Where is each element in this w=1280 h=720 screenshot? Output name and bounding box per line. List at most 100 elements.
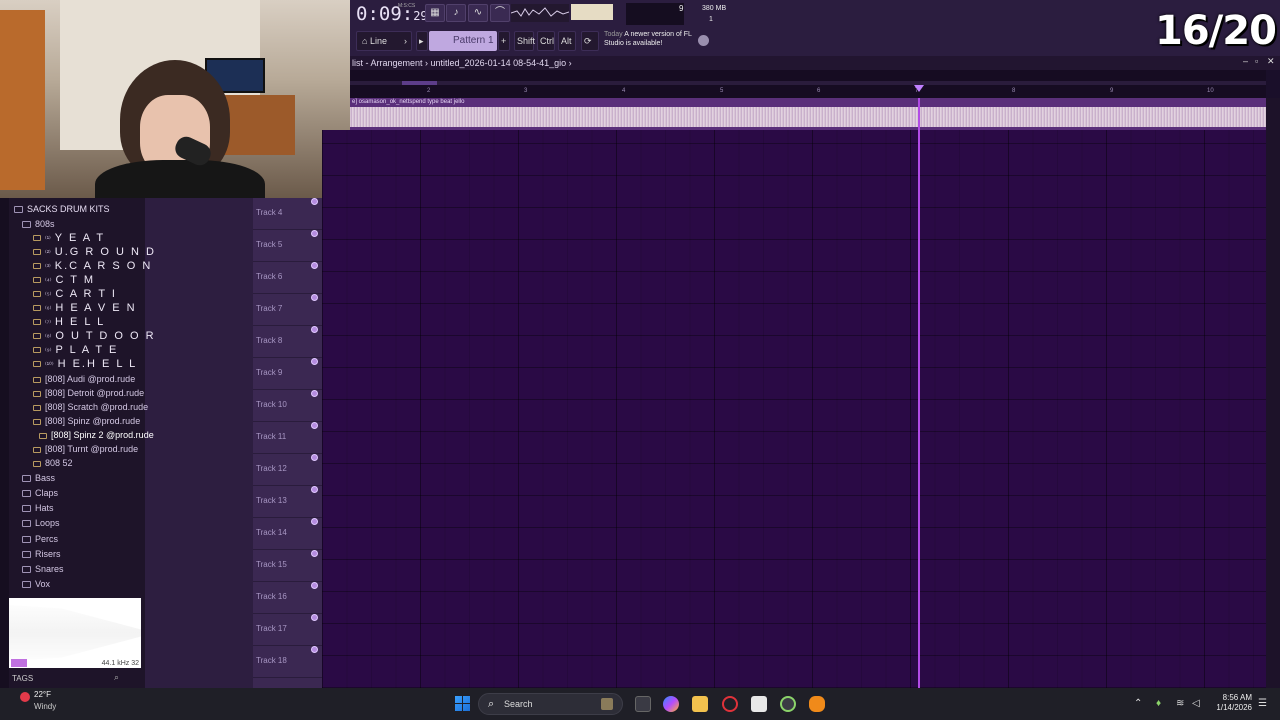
- track-led-icon[interactable]: [311, 422, 318, 429]
- task-view-icon[interactable]: [635, 696, 651, 712]
- track-header[interactable]: Track 5: [253, 230, 322, 262]
- preview-play-icon[interactable]: [11, 659, 27, 667]
- kit-item[interactable]: ⁽³⁾ K.C A R S O N: [33, 260, 152, 272]
- track-led-icon[interactable]: [311, 390, 318, 397]
- track-header[interactable]: Track 9: [253, 358, 322, 390]
- folder-item[interactable]: Snares: [22, 564, 64, 574]
- copilot-icon[interactable]: [663, 696, 679, 712]
- folder-item[interactable]: Risers: [22, 549, 61, 559]
- tray-expand-icon[interactable]: ⌃: [1134, 698, 1142, 709]
- close-icon[interactable]: ✕: [1267, 56, 1275, 67]
- track-led-icon[interactable]: [311, 486, 318, 493]
- folder-item[interactable]: Bass: [22, 473, 55, 483]
- file-item-selected[interactable]: [808] Spinz 2 @prod.rude: [39, 430, 154, 440]
- arrangement-grid[interactable]: [322, 130, 1266, 688]
- kit-item[interactable]: ⁽⁵⁾ C A R T I: [33, 288, 117, 300]
- track-header[interactable]: Track 17: [253, 614, 322, 646]
- maximize-icon[interactable]: ▫: [1255, 56, 1258, 66]
- wifi-icon[interactable]: ≋: [1176, 698, 1184, 709]
- track-header[interactable]: Track 15: [253, 550, 322, 582]
- file-item[interactable]: [808] Turnt @prod.rude: [33, 444, 138, 454]
- track-header[interactable]: Track 7: [253, 294, 322, 326]
- kit-item[interactable]: ⁽¹⁰⁾ H E.H E L L: [33, 358, 137, 370]
- browser-root-folder[interactable]: SACKS DRUM KITS: [14, 204, 110, 214]
- fl-studio-icon[interactable]: [809, 696, 825, 712]
- update-icon[interactable]: ⟳: [581, 31, 599, 51]
- track-header[interactable]: Track 14: [253, 518, 322, 550]
- start-button-icon[interactable]: [455, 696, 470, 711]
- tags-label[interactable]: TAGS: [12, 674, 33, 683]
- folder-item[interactable]: Loops: [22, 518, 60, 528]
- folder-item[interactable]: Claps: [22, 488, 58, 498]
- track-header[interactable]: Track 10: [253, 390, 322, 422]
- kit-item[interactable]: ⁽²⁾ U.G R O U N D: [33, 246, 156, 258]
- system-clock[interactable]: 8:56 AM 1/14/2026: [1210, 693, 1252, 713]
- kit-item[interactable]: ⁽⁶⁾ H E A V E N: [33, 302, 137, 314]
- microphone-icon[interactable]: ♦: [1156, 698, 1161, 709]
- folder-808s[interactable]: 808s: [22, 219, 55, 229]
- shift-button[interactable]: Shift: [514, 31, 535, 51]
- track-header[interactable]: Track 18: [253, 646, 322, 678]
- track-led-icon[interactable]: [311, 454, 318, 461]
- track-header[interactable]: Track 8: [253, 326, 322, 358]
- file-item[interactable]: [808] Scratch @prod.rude: [33, 402, 148, 412]
- file-explorer-icon[interactable]: [692, 696, 708, 712]
- track-led-icon[interactable]: [311, 198, 318, 205]
- folder-item[interactable]: Percs: [22, 534, 58, 544]
- step-seq-icon[interactable]: ♪: [446, 4, 466, 22]
- sample-preview[interactable]: 44.1 kHz 32: [9, 598, 141, 668]
- add-pattern-button[interactable]: +: [498, 31, 510, 51]
- horizontal-scrollbar[interactable]: [350, 81, 1266, 85]
- file-item[interactable]: [808] Detroit @prod.rude: [33, 388, 144, 398]
- track-led-icon[interactable]: [311, 518, 318, 525]
- track-header[interactable]: Track 16: [253, 582, 322, 614]
- track-header[interactable]: Track 12: [253, 454, 322, 486]
- volume-icon[interactable]: ◁: [1192, 698, 1200, 709]
- track-led-icon[interactable]: [311, 614, 318, 621]
- kit-item[interactable]: ⁽⁸⁾ O U T D O O R: [33, 330, 156, 342]
- kit-item[interactable]: ⁽⁴⁾ C T M: [33, 274, 95, 286]
- track-led-icon[interactable]: [311, 294, 318, 301]
- wave-icon[interactable]: ∿: [468, 4, 488, 22]
- audio-clip[interactable]: e] osamason_ok_nettspend type beat jello: [350, 98, 1266, 130]
- piano-roll-icon[interactable]: ▦: [425, 4, 445, 22]
- file-item[interactable]: [808] Audi @prod.rude: [33, 374, 135, 384]
- store-icon[interactable]: [751, 696, 767, 712]
- pattern-prev-button[interactable]: ▸: [416, 31, 428, 51]
- update-notice[interactable]: Today A newer version of FL Studio is av…: [604, 30, 700, 48]
- pattern-selector[interactable]: Pattern 1: [429, 31, 497, 51]
- file-item[interactable]: 808 52: [33, 458, 73, 468]
- track-header[interactable]: Track 4: [253, 198, 322, 230]
- track-header[interactable]: Track 13: [253, 486, 322, 518]
- browser-scrollbar[interactable]: [0, 198, 9, 688]
- playlist-titlebar[interactable]: list - Arrangement › untitled_2026-01-14…: [350, 56, 1280, 70]
- track-header[interactable]: Track 6: [253, 262, 322, 294]
- globe-icon[interactable]: [698, 35, 709, 46]
- song-time-display[interactable]: 0:09:29: [356, 3, 428, 25]
- track-led-icon[interactable]: [311, 262, 318, 269]
- kit-item[interactable]: ⁽⁹⁾ P L A T E: [33, 344, 118, 356]
- folder-item[interactable]: Vox: [22, 579, 50, 589]
- obs-icon[interactable]: [780, 696, 796, 712]
- track-led-icon[interactable]: [311, 230, 318, 237]
- timeline-ruler[interactable]: 2 3 4 5 6 7 8 9 10: [350, 70, 1266, 98]
- snap-mode-select[interactable]: ⌂ Line ›: [356, 31, 412, 51]
- kit-item[interactable]: ⁽¹⁾ Y E A T: [33, 232, 105, 244]
- track-led-icon[interactable]: [311, 550, 318, 557]
- opera-icon[interactable]: [722, 696, 738, 712]
- track-led-icon[interactable]: [311, 582, 318, 589]
- curve-icon[interactable]: ⌒: [490, 4, 510, 22]
- playhead-marker[interactable]: [914, 85, 924, 92]
- ctrl-button[interactable]: Ctrl: [537, 31, 555, 51]
- track-led-icon[interactable]: [311, 358, 318, 365]
- track-header[interactable]: Track 11: [253, 422, 322, 454]
- taskbar-search[interactable]: ⌕ Search: [478, 693, 623, 715]
- alt-button[interactable]: Alt: [558, 31, 576, 51]
- folder-item[interactable]: Hats: [22, 503, 54, 513]
- vertical-scrollbar[interactable]: [1266, 98, 1280, 688]
- minimize-icon[interactable]: –: [1243, 56, 1248, 66]
- track-led-icon[interactable]: [311, 326, 318, 333]
- notifications-icon[interactable]: ☰: [1258, 698, 1267, 709]
- master-volume-slider[interactable]: [571, 4, 613, 20]
- file-item[interactable]: [808] Spinz @prod.rude: [33, 416, 140, 426]
